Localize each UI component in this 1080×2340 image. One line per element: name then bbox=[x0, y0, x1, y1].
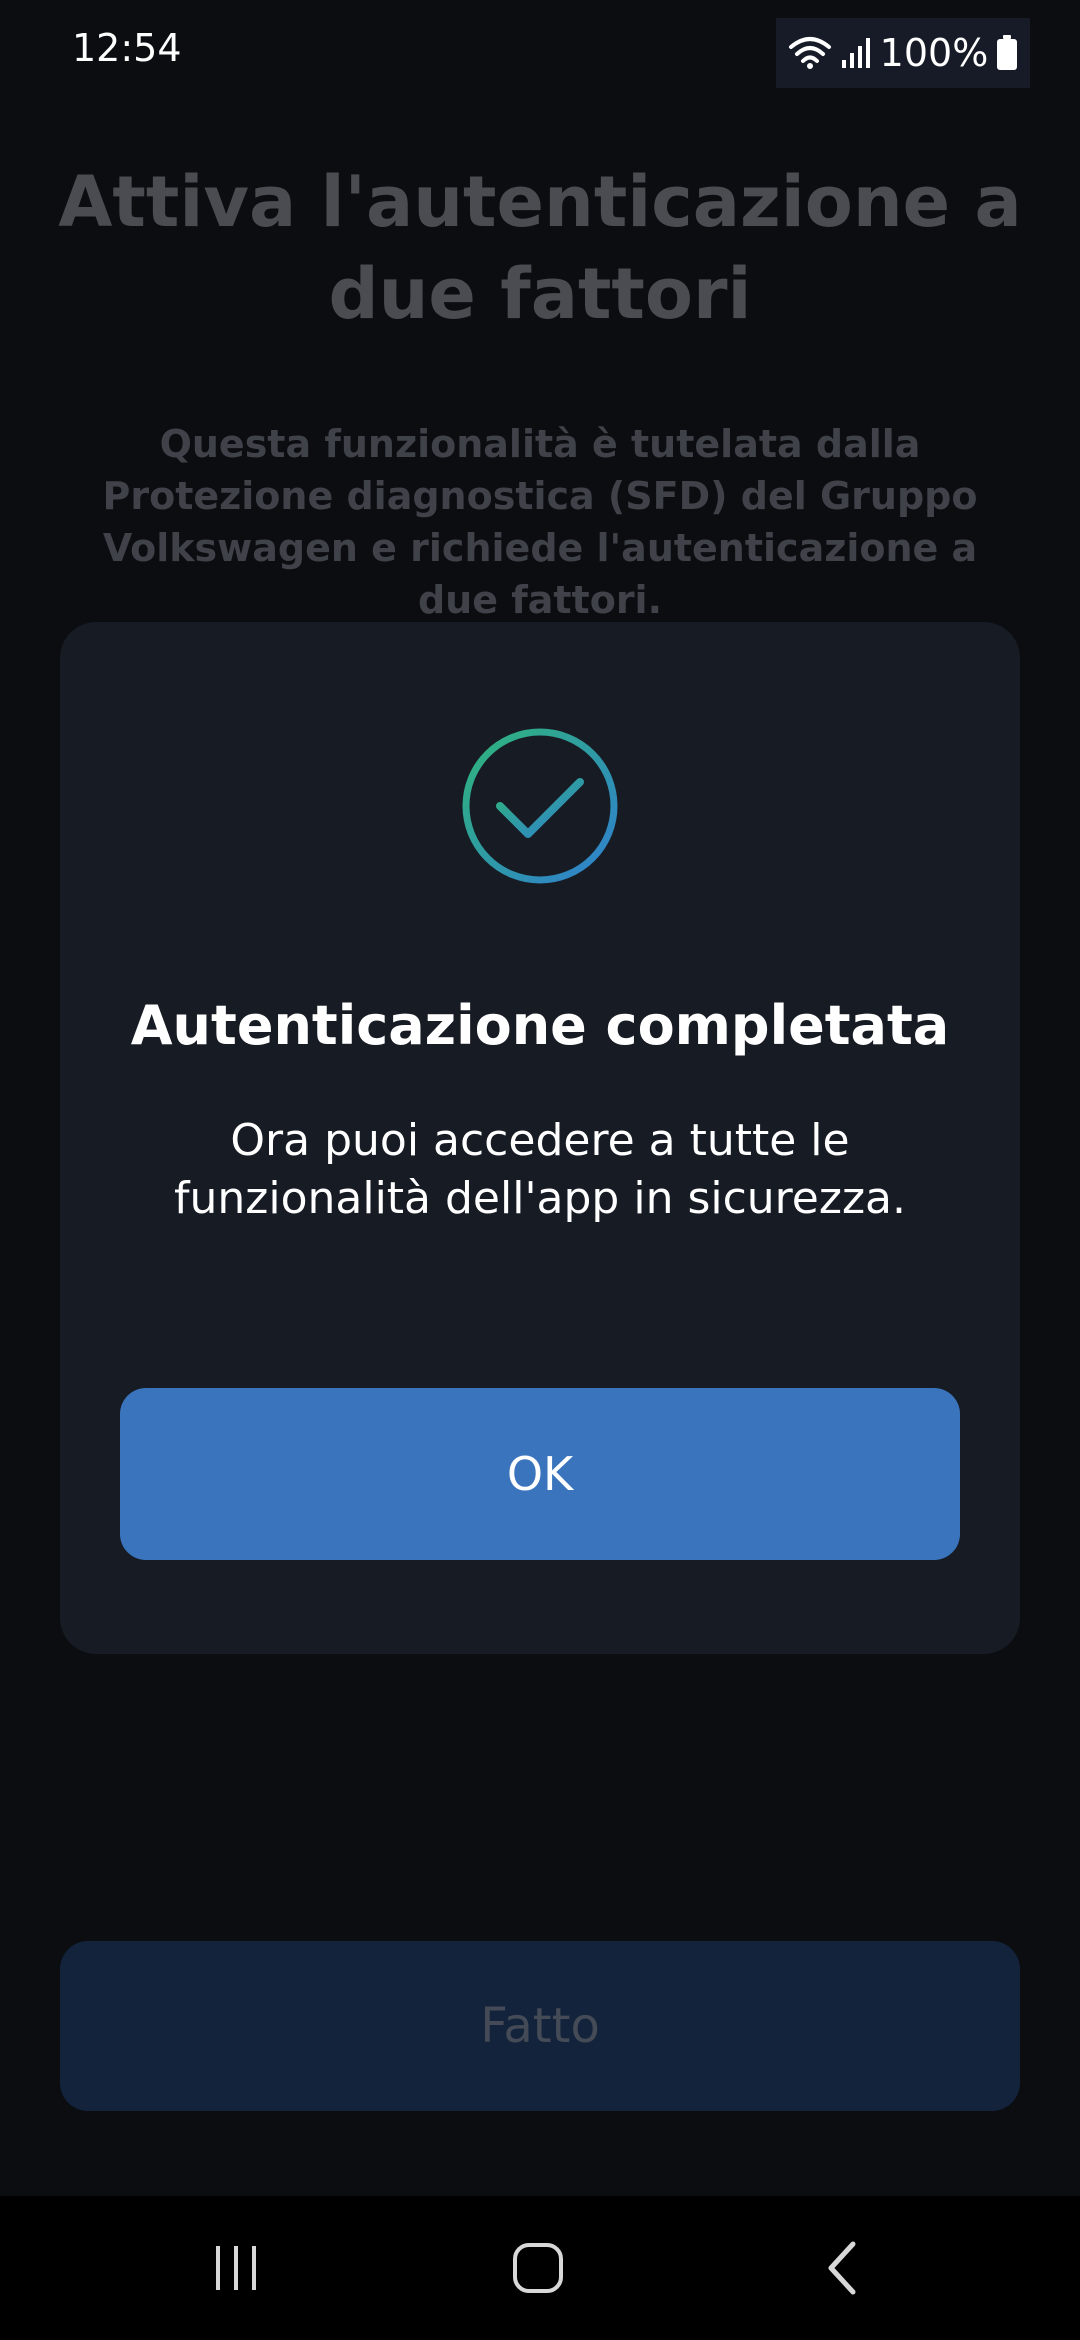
page-description: Questa funzionalità è tutelata dalla Pro… bbox=[102, 422, 978, 622]
recent-apps-icon[interactable] bbox=[156, 2196, 316, 2340]
back-icon[interactable] bbox=[762, 2196, 922, 2340]
wifi-icon bbox=[788, 35, 832, 71]
done-button[interactable]: Fatto bbox=[60, 1941, 1020, 2111]
page-title: Attiva l'autenticazione a due fattori bbox=[58, 161, 1022, 335]
checkmark-circle-icon bbox=[460, 726, 620, 886]
home-icon[interactable] bbox=[458, 2196, 618, 2340]
ok-button[interactable]: OK bbox=[120, 1388, 960, 1560]
battery-percentage: 100% bbox=[879, 31, 989, 75]
battery-icon bbox=[996, 35, 1018, 71]
status-indicators: 100% bbox=[776, 18, 1030, 88]
dialog-message: Ora puoi accedere a tutte le funzionalit… bbox=[173, 1115, 906, 1224]
navigation-bar bbox=[0, 2196, 1080, 2340]
status-time: 12:54 bbox=[72, 26, 182, 70]
dialog-title: Autenticazione completata bbox=[130, 994, 950, 1057]
status-bar: 12:54 100% bbox=[0, 0, 1080, 100]
signal-icon bbox=[840, 36, 872, 70]
success-dialog: Autenticazione completata Ora puoi acced… bbox=[60, 622, 1020, 1654]
